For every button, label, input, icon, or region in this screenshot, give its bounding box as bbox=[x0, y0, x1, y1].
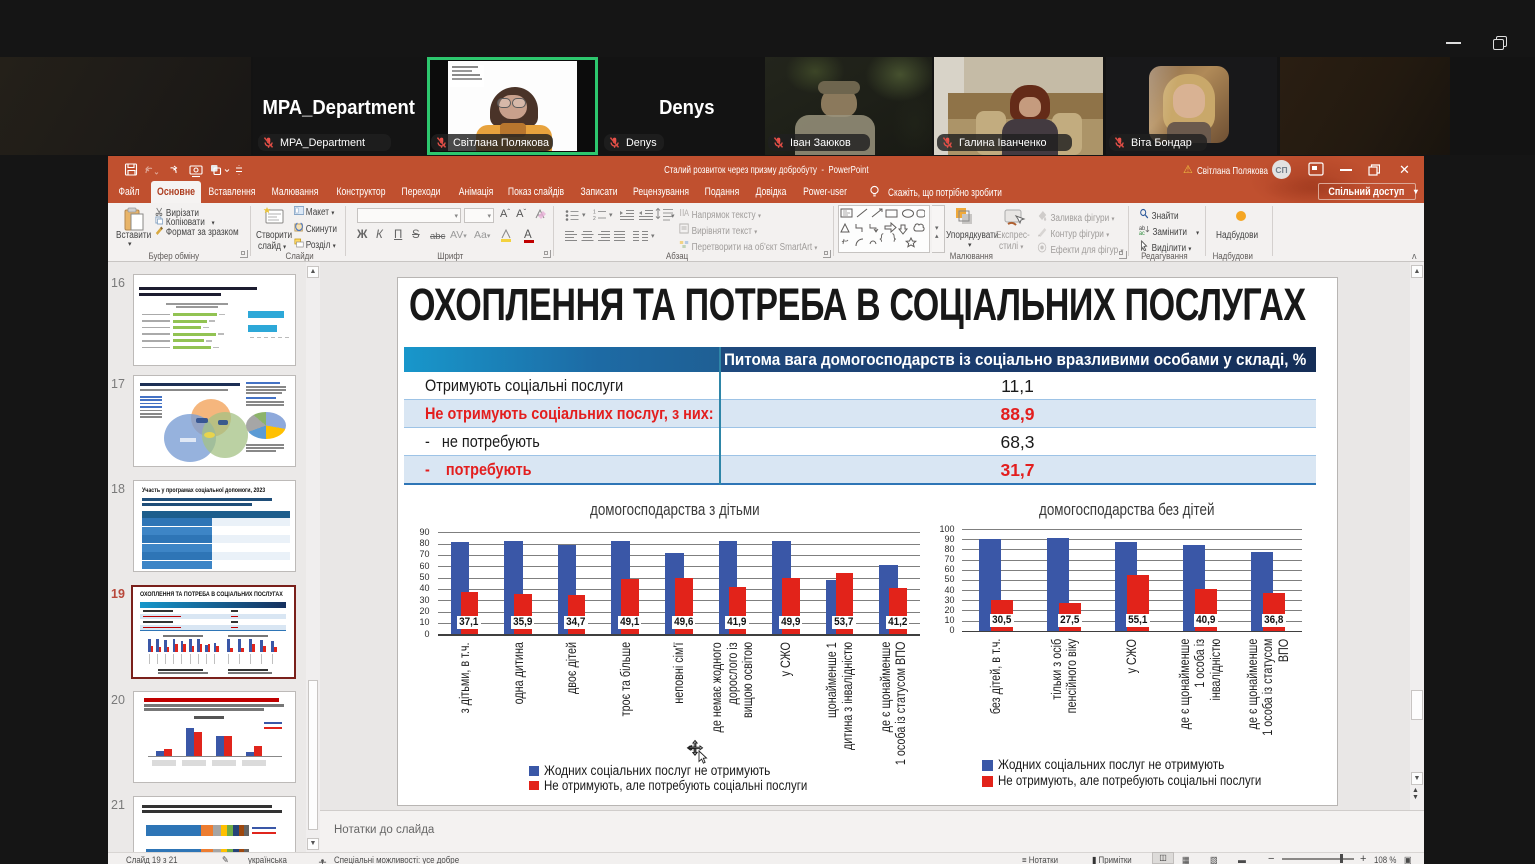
svg-text:▾: ▾ bbox=[651, 233, 655, 240]
svg-text:2: 2 bbox=[593, 216, 596, 221]
svg-text:▾: ▾ bbox=[582, 212, 586, 219]
svg-text:▾: ▾ bbox=[609, 212, 613, 219]
svg-text:▾: ▾ bbox=[671, 213, 675, 220]
svg-text:ac: ac bbox=[1139, 231, 1145, 235]
svg-text:1: 1 bbox=[593, 210, 596, 216]
svg-text:А: А bbox=[684, 207, 689, 218]
